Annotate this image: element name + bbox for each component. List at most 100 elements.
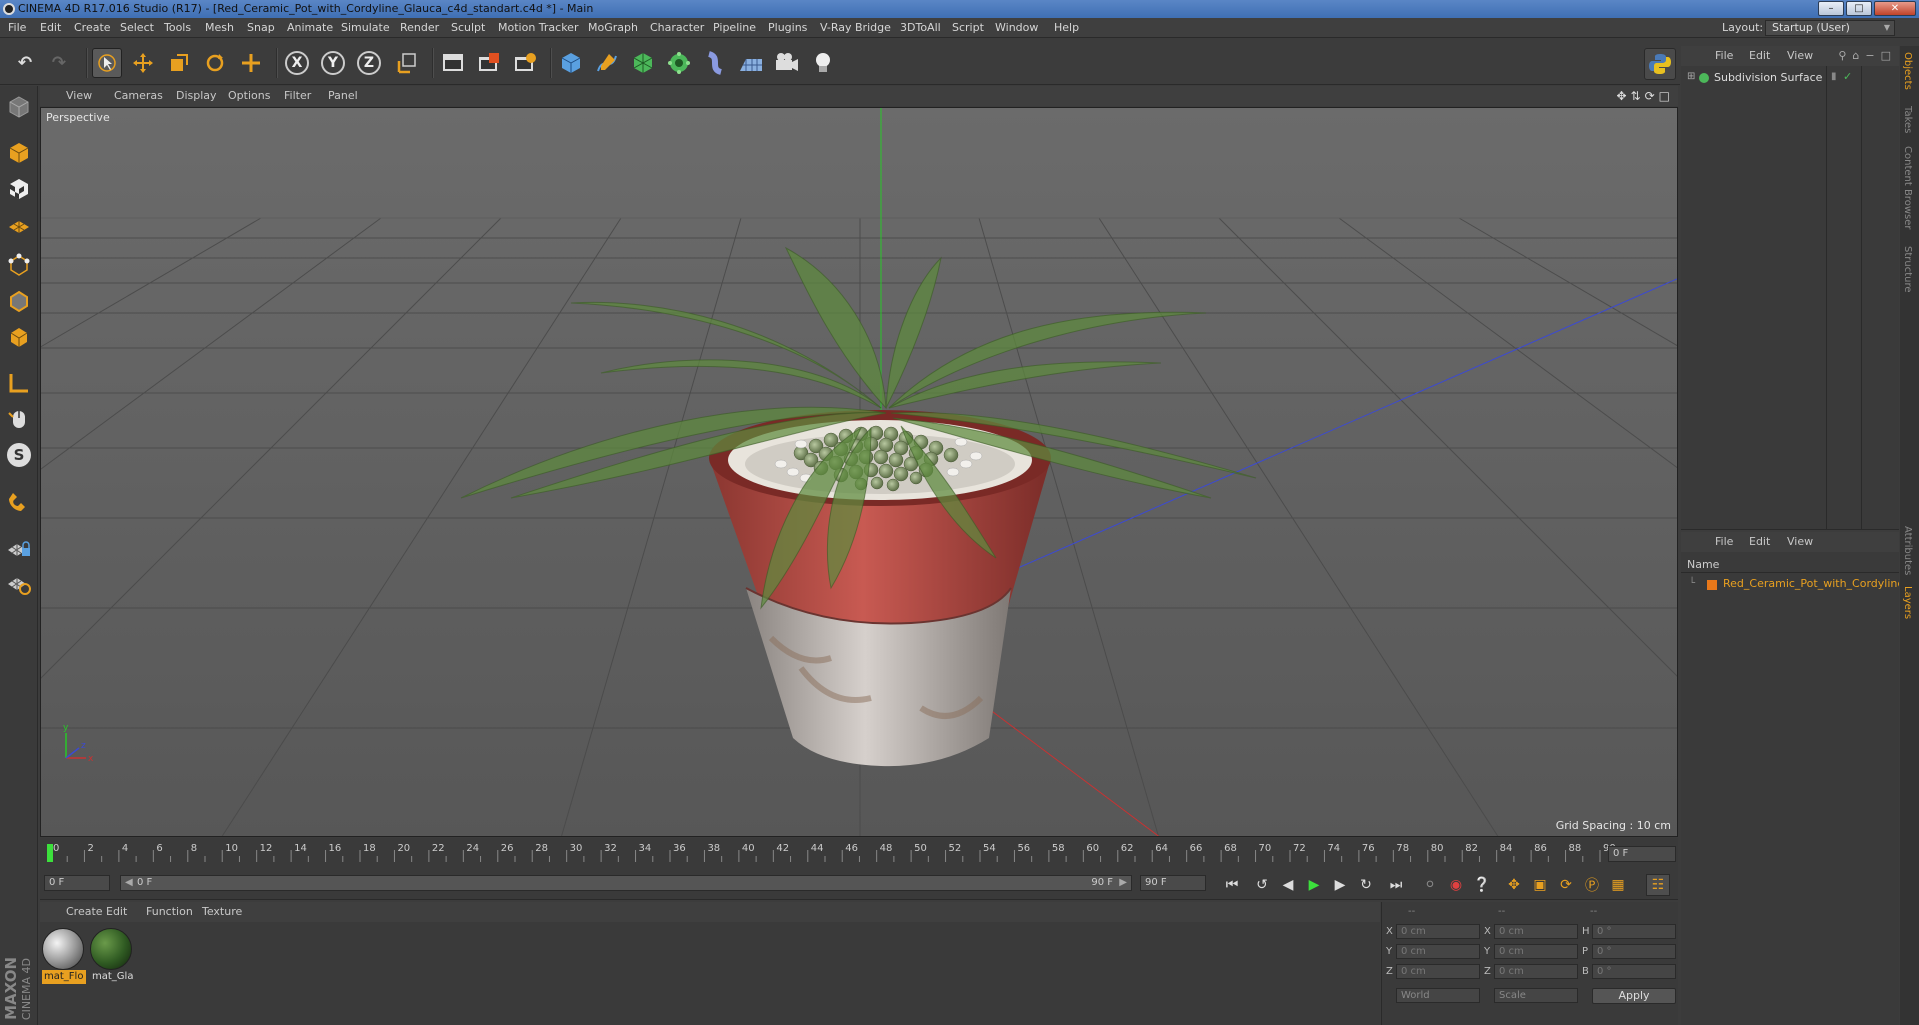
rotation-h-field[interactable]: 0 °: [1592, 924, 1676, 939]
menu-3dtoall[interactable]: 3DToAll: [900, 18, 941, 38]
pen-spline-icon[interactable]: [592, 48, 622, 78]
menu-sculpt[interactable]: Sculpt: [451, 18, 485, 38]
home-icon[interactable]: ⌂: [1852, 49, 1859, 62]
right-tab-layers[interactable]: Layers: [1902, 586, 1913, 619]
size-y-field[interactable]: 0 cm: [1494, 944, 1578, 959]
play-icon[interactable]: ▶: [1302, 874, 1326, 896]
close-button[interactable]: ✕: [1874, 1, 1916, 16]
previous-frame-icon[interactable]: ◀: [1276, 874, 1300, 896]
render-view-icon[interactable]: [438, 48, 468, 78]
previous-keyframe-icon[interactable]: ↺: [1250, 874, 1274, 896]
minimize-panel-icon[interactable]: −: [1865, 49, 1874, 62]
menu-snap[interactable]: Snap: [247, 18, 275, 38]
light-icon[interactable]: [808, 48, 838, 78]
redo-icon[interactable]: ↷: [44, 48, 74, 78]
position-z-field[interactable]: 0 cm: [1396, 964, 1480, 979]
edges-mode-icon[interactable]: [4, 286, 34, 316]
coordinate-system-icon[interactable]: [392, 48, 422, 78]
key-rotation-icon[interactable]: ⟳: [1554, 874, 1578, 896]
search-icon[interactable]: ⚲: [1838, 49, 1846, 62]
right-tab-content-browser[interactable]: Content Browser: [1902, 146, 1913, 229]
viewport-maximize-icon[interactable]: □: [1659, 89, 1670, 103]
layer-menu-view[interactable]: View: [1787, 532, 1813, 552]
menu-v-ray-bridge[interactable]: V-Ray Bridge: [820, 18, 891, 38]
key-position-icon[interactable]: ✥: [1502, 874, 1526, 896]
position-y-field[interactable]: 0 cm: [1396, 944, 1480, 959]
model-mode-icon[interactable]: [4, 138, 34, 168]
scale-tool-icon[interactable]: [164, 48, 194, 78]
enabled-check-icon[interactable]: ✓: [1843, 70, 1852, 83]
viewport-menu-view[interactable]: View: [66, 86, 92, 106]
rotation-p-field[interactable]: 0 °: [1592, 944, 1676, 959]
menu-mograph[interactable]: MoGraph: [588, 18, 638, 38]
material-menu-edit[interactable]: Edit: [106, 902, 127, 922]
viewport-menu-filter[interactable]: Filter: [284, 86, 311, 106]
undo-icon[interactable]: ↶: [10, 48, 40, 78]
tweak-mode-icon[interactable]: [4, 404, 34, 434]
floor-scene-icon[interactable]: [736, 48, 766, 78]
viewport-menu-panel[interactable]: Panel: [328, 86, 358, 106]
menu-window[interactable]: Window: [995, 18, 1038, 38]
position-x-field[interactable]: 0 cm: [1396, 924, 1480, 939]
menu-pipeline[interactable]: Pipeline: [713, 18, 756, 38]
move-tool-icon[interactable]: [128, 48, 158, 78]
size-mode-select[interactable]: Scale: [1494, 988, 1578, 1003]
timeline-window-icon[interactable]: ☷: [1646, 874, 1670, 896]
menu-select[interactable]: Select: [120, 18, 154, 38]
range-slider[interactable]: ◀ 0 F 90 F ▶: [120, 875, 1132, 891]
axis-mode-icon[interactable]: [4, 368, 34, 398]
go-to-start-icon[interactable]: ⏮: [1220, 874, 1244, 896]
menu-create[interactable]: Create: [74, 18, 111, 38]
material-menu-create[interactable]: Create: [66, 902, 103, 922]
size-x-field[interactable]: 0 cm: [1494, 924, 1578, 939]
rotate-tool-icon[interactable]: [200, 48, 230, 78]
live-selection-icon[interactable]: [92, 48, 122, 78]
viewport-menu-options[interactable]: Options: [228, 86, 270, 106]
key-scale-icon[interactable]: ▣: [1528, 874, 1552, 896]
viewport-rotate-icon[interactable]: ⟳: [1645, 89, 1655, 103]
points-mode-icon[interactable]: [4, 250, 34, 280]
object-menu-edit[interactable]: Edit: [1749, 46, 1770, 66]
motion-record-icon[interactable]: ⚪: [1418, 874, 1442, 896]
key-point-level-icon[interactable]: ▦: [1606, 874, 1630, 896]
layer-menu-edit[interactable]: Edit: [1749, 532, 1770, 552]
cube-object-icon[interactable]: [556, 48, 586, 78]
viewport-menu-cameras[interactable]: Cameras: [114, 86, 163, 106]
apply-button[interactable]: Apply: [1592, 988, 1676, 1004]
next-keyframe-icon[interactable]: ↻: [1354, 874, 1378, 896]
next-frame-icon[interactable]: ▶: [1328, 874, 1352, 896]
make-editable-icon[interactable]: [4, 92, 34, 122]
menu-motion-tracker[interactable]: Motion Tracker: [498, 18, 578, 38]
menu-mesh[interactable]: Mesh: [205, 18, 234, 38]
snap-icon[interactable]: S: [4, 440, 34, 470]
visibility-toggle-icon[interactable]: ▮: [1831, 71, 1837, 82]
camera-icon[interactable]: [772, 48, 802, 78]
locked-workplane-icon[interactable]: [4, 532, 34, 562]
viewport-zoom-icon[interactable]: ⇅: [1631, 89, 1641, 103]
object-menu-file[interactable]: File: [1715, 46, 1733, 66]
polygons-mode-icon[interactable]: [4, 322, 34, 352]
layer-menu-file[interactable]: File: [1715, 532, 1733, 552]
menu-file[interactable]: File: [8, 18, 26, 38]
deformer-icon[interactable]: [700, 48, 730, 78]
material-menu-function[interactable]: Function: [146, 902, 193, 922]
right-tab-attributes[interactable]: Attributes: [1902, 526, 1913, 575]
render-settings-icon[interactable]: [510, 48, 540, 78]
key-parameter-icon[interactable]: Ⓟ: [1580, 874, 1604, 896]
viewport-move-icon[interactable]: ✥: [1616, 89, 1626, 103]
menu-simulate[interactable]: Simulate: [341, 18, 390, 38]
rotation-b-field[interactable]: 0 °: [1592, 964, 1676, 979]
python-icon[interactable]: [1644, 48, 1676, 80]
material-menu-texture[interactable]: Texture: [202, 902, 242, 922]
timeline-ruler[interactable]: 0 2 4 6 8 10 12 14 16 18 20 22 24 26 28 30 32 34 36 38 40 42 4…: [40, 838, 1678, 866]
start-frame-field[interactable]: 0 F: [44, 875, 110, 891]
new-view-icon[interactable]: □: [1881, 49, 1891, 62]
menu-edit[interactable]: Edit: [40, 18, 61, 38]
y-axis-lock-icon[interactable]: Y: [318, 48, 348, 78]
minimize-button[interactable]: –: [1818, 1, 1844, 16]
transform-tool-icon[interactable]: [236, 48, 266, 78]
z-axis-lock-icon[interactable]: Z: [354, 48, 384, 78]
size-z-field[interactable]: 0 cm: [1494, 964, 1578, 979]
menu-help[interactable]: Help: [1054, 18, 1079, 38]
workplane-mode-icon[interactable]: [4, 210, 34, 240]
